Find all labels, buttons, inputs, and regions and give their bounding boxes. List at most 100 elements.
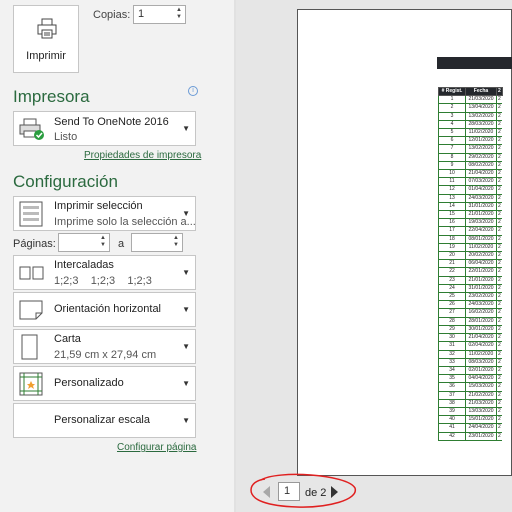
row-number: 35	[438, 374, 466, 384]
printer-ready-icon	[19, 118, 44, 140]
table-row: 28 28/01/2020 2	[438, 317, 503, 326]
printer-properties-link[interactable]: Propiedades de impresora	[84, 150, 201, 161]
row-cut-cell: 2	[496, 185, 503, 195]
paper-page-icon	[21, 334, 38, 360]
row-cut-cell: 2	[496, 292, 503, 302]
collated-icon	[19, 266, 44, 280]
print-button[interactable]: Imprimir	[13, 5, 79, 73]
table-row: 32 11/02/2020 2	[438, 350, 503, 359]
table-row: 12 01/04/2020 2	[438, 185, 503, 195]
row-date: 22/01/2020	[465, 267, 497, 277]
landscape-page-icon	[19, 300, 43, 320]
row-number: 39	[438, 407, 466, 417]
print-button-label: Imprimir	[26, 50, 66, 62]
paper-size-title: Carta	[54, 333, 81, 345]
table-row: 6 12/01/2020 2	[438, 136, 503, 146]
row-number: 40	[438, 415, 466, 425]
margins-dropdown[interactable]: Personalizado ▼	[13, 366, 196, 401]
row-date: 02/01/2020	[465, 366, 497, 376]
row-cut-cell: 2	[496, 95, 503, 105]
row-cut-cell: 2	[496, 317, 503, 326]
row-cut-cell: 2	[496, 161, 503, 171]
page-setup-link[interactable]: Configurar página	[117, 442, 197, 453]
collate-dropdown[interactable]: Intercaladas 1;2;3 1;2;3 1;2;3 ▼	[13, 255, 196, 290]
chevron-down-icon: ▼	[182, 305, 190, 314]
orientation-dropdown[interactable]: Orientación horizontal ▼	[13, 292, 196, 327]
row-cut-cell: 2	[496, 251, 503, 261]
pages-to-input[interactable]: ▲ ▼	[131, 233, 183, 252]
chevron-down-icon: ▼	[182, 209, 190, 218]
row-number: 37	[438, 391, 466, 400]
row-number: 38	[438, 399, 466, 408]
row-number: 12	[438, 185, 466, 195]
table-row: 25 23/02/2020 2	[438, 292, 503, 302]
pages-from-input[interactable]: ▲ ▼	[58, 233, 110, 252]
info-icon[interactable]: i	[188, 86, 198, 96]
row-cut-cell: 2	[496, 177, 503, 187]
preview-sheet: # Regist. Fecha 2 1 21/03/2020 2 2 13/04/202…	[438, 87, 512, 441]
row-cut-cell: 2	[496, 350, 503, 359]
table-row: 40 15/01/2020 2	[438, 415, 503, 425]
copies-stepper-icon[interactable]: ▲ ▼	[176, 7, 182, 21]
row-number: 23	[438, 276, 466, 285]
row-date: 08/03/2020	[465, 358, 497, 367]
row-cut-cell: 2	[496, 112, 503, 121]
row-date: 01/04/2020	[465, 185, 497, 195]
row-number: 20	[438, 251, 466, 261]
scaling-dropdown[interactable]: Personalizar escala ▼	[13, 403, 196, 438]
chevron-down-icon: ▼	[182, 342, 190, 351]
red-circle-annotation	[250, 473, 356, 508]
row-number: 26	[438, 300, 466, 310]
row-cut-cell: 2	[496, 432, 503, 441]
row-date: 13/02/2020	[465, 144, 497, 154]
chevron-down-icon: ▼	[182, 268, 190, 277]
row-date: 21/04/2020	[465, 333, 497, 343]
row-date: 12/01/2020	[465, 136, 497, 146]
row-cut-cell: 2	[496, 136, 503, 146]
print-scope-dropdown[interactable]: Imprimir selección Imprime solo la selec…	[13, 196, 196, 231]
print-scope-title: Imprimir selección	[54, 200, 143, 212]
row-date: 15/03/2020	[465, 382, 497, 392]
custom-margins-icon	[19, 372, 43, 396]
table-row: 21 06/04/2020 2	[438, 259, 503, 269]
column-header: Fecha	[465, 87, 497, 97]
row-cut-cell: 2	[496, 341, 503, 351]
row-date: 04/04/2020	[465, 374, 497, 384]
table-row: 3 13/02/2020 2	[438, 112, 503, 121]
row-cut-cell: 2	[496, 210, 503, 220]
row-cut-cell: 2	[496, 218, 503, 228]
row-number: 25	[438, 292, 466, 302]
table-row: 17 22/04/2020 2	[438, 226, 503, 236]
row-cut-cell: 2	[496, 153, 503, 162]
row-date: 21/04/2020	[465, 169, 497, 179]
pages-to-stepper-icon[interactable]: ▲ ▼	[173, 235, 179, 249]
pages-from-stepper-icon[interactable]: ▲ ▼	[100, 235, 106, 249]
selection-icon	[19, 201, 43, 227]
row-number: 6	[438, 136, 466, 146]
row-cut-cell: 2	[496, 366, 503, 376]
table-row: 1 21/03/2020 2	[438, 95, 503, 105]
row-cut-cell: 2	[496, 399, 503, 408]
copies-label: Copias:	[93, 9, 131, 21]
row-number: 7	[438, 144, 466, 154]
row-number: 14	[438, 202, 466, 212]
row-number: 17	[438, 226, 466, 236]
print-settings-panel: Imprimir Copias: 1 ▲ ▼ Impresora i Send T…	[0, 0, 234, 512]
row-date: 06/04/2020	[465, 259, 497, 269]
row-date: 21/02/2020	[465, 391, 497, 400]
row-cut-cell: 2	[496, 267, 503, 277]
table-row: 7 13/02/2020 2	[438, 144, 503, 154]
row-cut-cell: 2	[496, 358, 503, 367]
row-cut-cell: 2	[496, 423, 503, 433]
printer-icon	[37, 18, 57, 39]
row-cut-cell: 2	[496, 128, 503, 138]
copies-input[interactable]: 1 ▲ ▼	[133, 5, 186, 24]
table-row: 37 21/02/2020 2	[438, 391, 503, 400]
paper-size-dropdown[interactable]: Carta 21,59 cm x 27,94 cm ▼	[13, 329, 196, 364]
table-row: 5 11/02/2020 2	[438, 128, 503, 138]
printer-dropdown[interactable]: Send To OneNote 2016 Listo ▼	[13, 111, 196, 146]
table-row: 34 02/01/2020 2	[438, 366, 503, 376]
table-row: 8 29/02/2020 2	[438, 153, 503, 162]
table-row: 35 04/04/2020 2	[438, 374, 503, 384]
row-date: 08/01/2020	[465, 235, 497, 244]
